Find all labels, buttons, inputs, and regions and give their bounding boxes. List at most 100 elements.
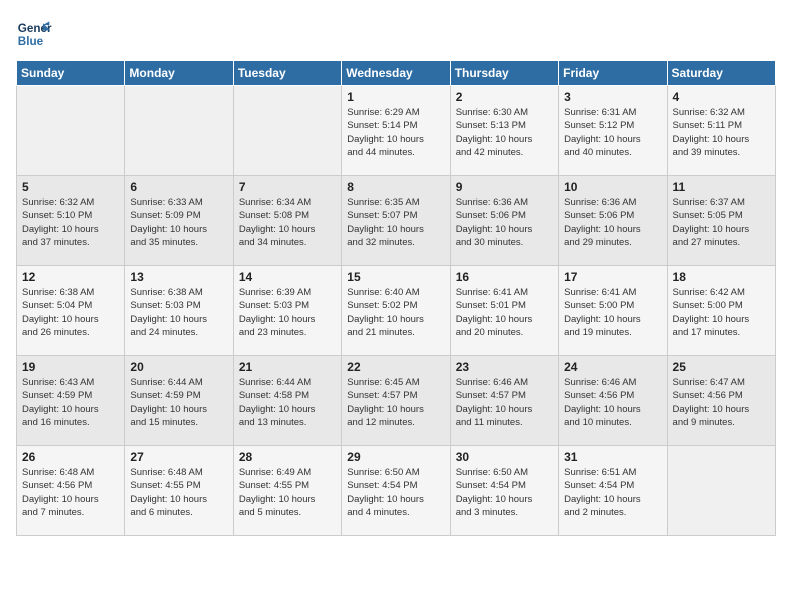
calendar-cell: 8 Sunrise: 6:35 AMSunset: 5:07 PMDaylight… [342,176,450,266]
day-number: 31 [564,450,661,464]
day-number: 6 [130,180,227,194]
day-number: 10 [564,180,661,194]
day-info: Sunrise: 6:45 AMSunset: 4:57 PMDaylight:… [347,376,444,429]
day-number: 19 [22,360,119,374]
day-number: 24 [564,360,661,374]
calendar-cell: 20 Sunrise: 6:44 AMSunset: 4:59 PMDayligh… [125,356,233,446]
day-number: 12 [22,270,119,284]
day-info: Sunrise: 6:44 AMSunset: 4:58 PMDaylight:… [239,376,336,429]
day-info: Sunrise: 6:36 AMSunset: 5:06 PMDaylight:… [456,196,553,249]
calendar-cell: 2Sunrise: 6:30 AMSunset: 5:13 PMDaylight… [450,86,558,176]
day-of-week-header: Wednesday [342,61,450,86]
day-number: 22 [347,360,444,374]
day-info: Sunrise: 6:44 AMSunset: 4:59 PMDaylight:… [130,376,227,429]
day-number: 7 [239,180,336,194]
day-info: Sunrise: 6:43 AMSunset: 4:59 PMDaylight:… [22,376,119,429]
calendar-cell: 22 Sunrise: 6:45 AMSunset: 4:57 PMDayligh… [342,356,450,446]
day-number: 8 [347,180,444,194]
day-number: 15 [347,270,444,284]
calendar-cell: 30Sunrise: 6:50 AMSunset: 4:54 PMDayligh… [450,446,558,536]
day-info: Sunrise: 6:31 AMSunset: 5:12 PMDaylight:… [564,106,661,159]
calendar-week-row: 12 Sunrise: 6:38 AMSunset: 5:04 PMDayligh… [17,266,776,356]
day-info: Sunrise: 6:48 AMSunset: 4:56 PMDaylight:… [22,466,119,519]
day-number: 28 [239,450,336,464]
day-of-week-header: Friday [559,61,667,86]
day-number: 2 [456,90,553,104]
calendar-week-row: 1 Sunrise: 6:29 AMSunset: 5:14 PMDaylight… [17,86,776,176]
calendar-cell: 16 Sunrise: 6:41 AMSunset: 5:01 PMDayligh… [450,266,558,356]
calendar-cell: 26 Sunrise: 6:48 AMSunset: 4:56 PMDayligh… [17,446,125,536]
calendar-cell: 9 Sunrise: 6:36 AMSunset: 5:06 PMDaylight… [450,176,558,266]
calendar-cell: 4Sunrise: 6:32 AMSunset: 5:11 PMDaylight… [667,86,775,176]
calendar-cell: 21 Sunrise: 6:44 AMSunset: 4:58 PMDayligh… [233,356,341,446]
calendar-cell: 12 Sunrise: 6:38 AMSunset: 5:04 PMDayligh… [17,266,125,356]
calendar-table: SundayMondayTuesdayWednesdayThursdayFrid… [16,60,776,536]
day-info: Sunrise: 6:39 AMSunset: 5:03 PMDaylight:… [239,286,336,339]
calendar-cell: 10Sunrise: 6:36 AMSunset: 5:06 PMDayligh… [559,176,667,266]
day-number: 25 [673,360,770,374]
day-info: Sunrise: 6:35 AMSunset: 5:07 PMDaylight:… [347,196,444,249]
logo: General Blue [16,16,52,52]
calendar-header: General Blue [16,16,776,52]
day-number: 1 [347,90,444,104]
day-info: Sunrise: 6:38 AMSunset: 5:04 PMDaylight:… [22,286,119,339]
calendar-cell: 15Sunrise: 6:40 AMSunset: 5:02 PMDayligh… [342,266,450,356]
calendar-cell: 29Sunrise: 6:50 AMSunset: 4:54 PMDayligh… [342,446,450,536]
day-info: Sunrise: 6:42 AMSunset: 5:00 PMDaylight:… [673,286,770,339]
day-info: Sunrise: 6:49 AMSunset: 4:55 PMDaylight:… [239,466,336,519]
day-of-week-header: Saturday [667,61,775,86]
day-info: Sunrise: 6:37 AMSunset: 5:05 PMDaylight:… [673,196,770,249]
calendar-cell: 1 Sunrise: 6:29 AMSunset: 5:14 PMDaylight… [342,86,450,176]
calendar-cell: 24 Sunrise: 6:46 AMSunset: 4:56 PMDayligh… [559,356,667,446]
calendar-week-row: 5 Sunrise: 6:32 AMSunset: 5:10 PMDaylight… [17,176,776,266]
calendar-cell [667,446,775,536]
day-number: 3 [564,90,661,104]
day-number: 14 [239,270,336,284]
day-of-week-header: Tuesday [233,61,341,86]
day-number: 27 [130,450,227,464]
day-info: Sunrise: 6:41 AMSunset: 5:01 PMDaylight:… [456,286,553,339]
day-number: 5 [22,180,119,194]
calendar-week-row: 19 Sunrise: 6:43 AMSunset: 4:59 PMDayligh… [17,356,776,446]
logo-icon: General Blue [16,16,52,52]
svg-text:Blue: Blue [18,35,44,48]
day-number: 16 [456,270,553,284]
calendar-cell: 19 Sunrise: 6:43 AMSunset: 4:59 PMDayligh… [17,356,125,446]
day-info: Sunrise: 6:46 AMSunset: 4:57 PMDaylight:… [456,376,553,429]
calendar-cell [233,86,341,176]
calendar-cell: 14 Sunrise: 6:39 AMSunset: 5:03 PMDayligh… [233,266,341,356]
calendar-cell: 28 Sunrise: 6:49 AMSunset: 4:55 PMDayligh… [233,446,341,536]
day-number: 18 [673,270,770,284]
day-number: 21 [239,360,336,374]
day-number: 26 [22,450,119,464]
day-number: 17 [564,270,661,284]
calendar-cell: 18 Sunrise: 6:42 AMSunset: 5:00 PMDayligh… [667,266,775,356]
day-info: Sunrise: 6:33 AMSunset: 5:09 PMDaylight:… [130,196,227,249]
calendar-cell: 11Sunrise: 6:37 AMSunset: 5:05 PMDayligh… [667,176,775,266]
calendar-cell: 3 Sunrise: 6:31 AMSunset: 5:12 PMDaylight… [559,86,667,176]
day-info: Sunrise: 6:48 AMSunset: 4:55 PMDaylight:… [130,466,227,519]
day-info: Sunrise: 6:47 AMSunset: 4:56 PMDaylight:… [673,376,770,429]
day-number: 9 [456,180,553,194]
day-info: Sunrise: 6:38 AMSunset: 5:03 PMDaylight:… [130,286,227,339]
day-info: Sunrise: 6:51 AMSunset: 4:54 PMDaylight:… [564,466,661,519]
calendar-cell: 13Sunrise: 6:38 AMSunset: 5:03 PMDayligh… [125,266,233,356]
calendar-cell: 17 Sunrise: 6:41 AMSunset: 5:00 PMDayligh… [559,266,667,356]
day-info: Sunrise: 6:29 AMSunset: 5:14 PMDaylight:… [347,106,444,159]
day-info: Sunrise: 6:34 AMSunset: 5:08 PMDaylight:… [239,196,336,249]
day-info: Sunrise: 6:46 AMSunset: 4:56 PMDaylight:… [564,376,661,429]
calendar-cell: 31 Sunrise: 6:51 AMSunset: 4:54 PMDayligh… [559,446,667,536]
calendar-cell: 25 Sunrise: 6:47 AMSunset: 4:56 PMDayligh… [667,356,775,446]
calendar-cell [125,86,233,176]
day-info: Sunrise: 6:32 AMSunset: 5:10 PMDaylight:… [22,196,119,249]
day-of-week-header: Thursday [450,61,558,86]
day-number: 20 [130,360,227,374]
day-of-week-header: Monday [125,61,233,86]
day-info: Sunrise: 6:41 AMSunset: 5:00 PMDaylight:… [564,286,661,339]
calendar-cell: 7 Sunrise: 6:34 AMSunset: 5:08 PMDaylight… [233,176,341,266]
day-number: 23 [456,360,553,374]
day-info: Sunrise: 6:50 AMSunset: 4:54 PMDaylight:… [456,466,553,519]
calendar-cell: 23 Sunrise: 6:46 AMSunset: 4:57 PMDayligh… [450,356,558,446]
day-of-week-header: Sunday [17,61,125,86]
calendar-cell: 6 Sunrise: 6:33 AMSunset: 5:09 PMDaylight… [125,176,233,266]
